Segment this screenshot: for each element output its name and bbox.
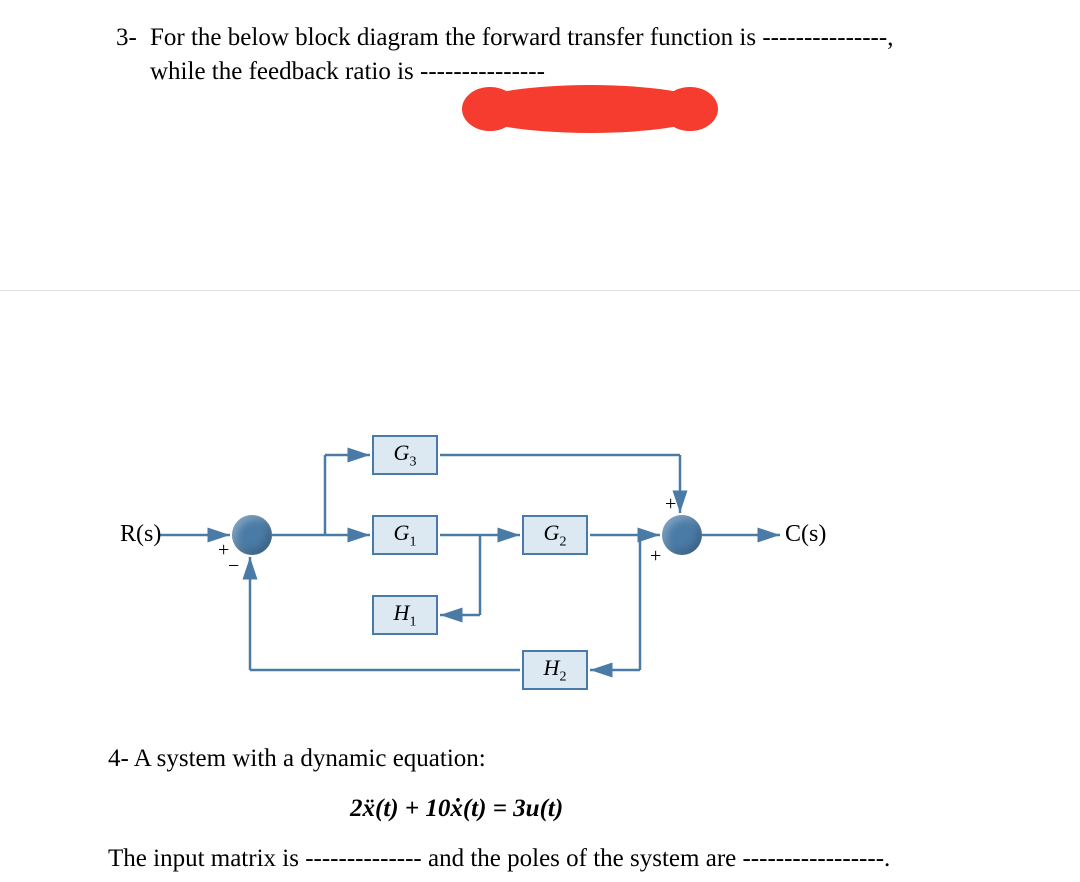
separator-line — [0, 290, 1080, 291]
block-g1-label: G1 — [394, 520, 417, 550]
block-g2: G2 — [522, 515, 588, 555]
red-annotation-blob — [460, 82, 720, 137]
block-h2-label: H2 — [544, 655, 567, 685]
block-h1: H1 — [372, 595, 438, 635]
q4-line3: The input matrix is -------------- and t… — [108, 845, 890, 873]
block-h1-label: H1 — [394, 600, 417, 630]
q3-line1: For the below block diagram the forward … — [150, 24, 893, 52]
q4-equation: 2ẍ(t) + 10ẋ(t) = 3u(t) — [350, 795, 563, 823]
diagram-wires — [120, 435, 820, 715]
sum2-plus-top-sign: + — [665, 493, 676, 516]
summing-junction-1 — [232, 515, 272, 555]
block-g3-label: G3 — [394, 440, 417, 470]
block-g2-label: G2 — [544, 520, 567, 550]
sum2-plus-bottom-sign: + — [650, 545, 661, 568]
block-g3: G3 — [372, 435, 438, 475]
q4-line1: 4- A system with a dynamic equation: — [108, 745, 486, 773]
output-label: C(s) — [785, 521, 826, 548]
block-g1: G1 — [372, 515, 438, 555]
block-h2: H2 — [522, 650, 588, 690]
summing-junction-2 — [662, 515, 702, 555]
input-label: R(s) — [120, 521, 161, 548]
q3-number: 3- — [116, 24, 137, 52]
block-diagram: R(s) C(s) + − + + G3 G1 G2 H1 H2 — [120, 435, 820, 715]
sum1-minus-sign: − — [228, 555, 239, 578]
